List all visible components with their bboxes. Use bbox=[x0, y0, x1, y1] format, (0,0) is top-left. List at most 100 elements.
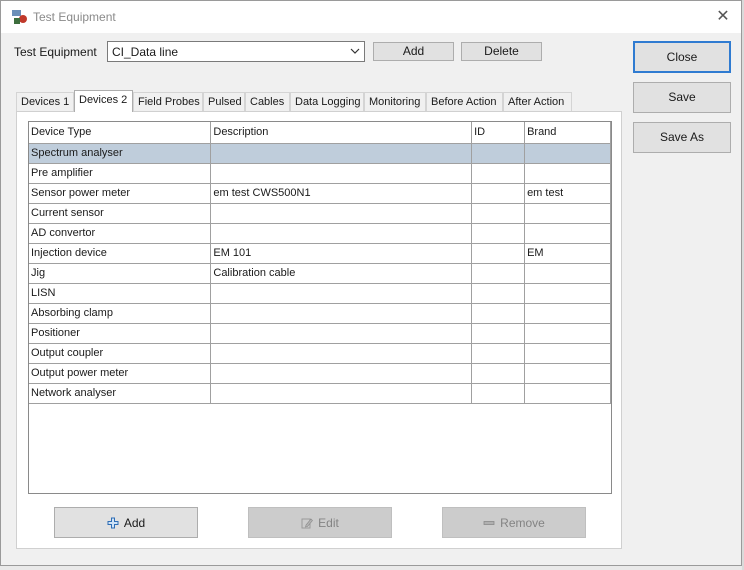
cell-device-type[interactable]: Output power meter bbox=[29, 363, 212, 384]
test-equipment-select-value: CI_Data line bbox=[112, 45, 179, 59]
tab-field-probes[interactable]: Field Probes bbox=[133, 92, 203, 111]
cell-brand[interactable] bbox=[524, 383, 611, 404]
cell-description[interactable] bbox=[210, 223, 473, 244]
save-as-button[interactable]: Save As bbox=[633, 122, 731, 153]
devices-2-panel: Device Type Description ID Brand Spectru… bbox=[16, 111, 622, 549]
cell-description[interactable] bbox=[210, 203, 473, 224]
header-description[interactable]: Description bbox=[210, 122, 473, 144]
cell-id[interactable] bbox=[471, 143, 526, 164]
devices-table: Device Type Description ID Brand Spectru… bbox=[29, 122, 611, 404]
cell-description[interactable] bbox=[210, 323, 473, 344]
plus-icon bbox=[107, 517, 119, 528]
cell-id[interactable] bbox=[471, 223, 526, 244]
edit-device-button[interactable]: Edit bbox=[248, 507, 392, 538]
cell-description[interactable] bbox=[210, 343, 473, 364]
cell-device-type[interactable]: AD convertor bbox=[29, 223, 212, 244]
table-row[interactable]: Output power meter bbox=[29, 363, 611, 384]
cell-description[interactable] bbox=[210, 303, 473, 324]
table-row[interactable]: Injection device EM 101 EM bbox=[29, 243, 611, 264]
table-row[interactable]: Positioner bbox=[29, 323, 611, 344]
header-id[interactable]: ID bbox=[471, 122, 526, 144]
cell-description[interactable]: em test CWS500N1 bbox=[210, 183, 473, 204]
cell-brand[interactable] bbox=[524, 223, 611, 244]
cell-description[interactable]: EM 101 bbox=[210, 243, 473, 264]
devices-grid[interactable]: Device Type Description ID Brand Spectru… bbox=[28, 121, 612, 494]
table-row[interactable]: Absorbing clamp bbox=[29, 303, 611, 324]
table-row[interactable]: Network analyser bbox=[29, 383, 611, 404]
cell-id[interactable] bbox=[471, 303, 526, 324]
add-device-label: Add bbox=[123, 515, 146, 530]
cell-id[interactable] bbox=[471, 343, 526, 364]
table-row[interactable]: Output coupler bbox=[29, 343, 611, 364]
cell-id[interactable] bbox=[471, 383, 526, 404]
tab-devices-1[interactable]: Devices 1 bbox=[16, 92, 74, 111]
header-row: Device Type Description ID Brand bbox=[29, 122, 611, 144]
cell-id[interactable] bbox=[471, 263, 526, 284]
cell-device-type[interactable]: Absorbing clamp bbox=[29, 303, 212, 324]
cell-brand[interactable]: EM bbox=[524, 243, 611, 264]
table-row[interactable]: AD convertor bbox=[29, 223, 611, 244]
tab-devices-2[interactable]: Devices 2 bbox=[74, 90, 133, 112]
header-device-type[interactable]: Device Type bbox=[29, 122, 212, 144]
edit-device-label: Edit bbox=[318, 515, 339, 530]
table-row[interactable]: LISN bbox=[29, 283, 611, 304]
cell-device-type[interactable]: Current sensor bbox=[29, 203, 212, 224]
test-equipment-select[interactable]: CI_Data line bbox=[107, 41, 365, 62]
app-icon bbox=[12, 10, 27, 24]
tab-pulsed[interactable]: Pulsed bbox=[203, 92, 245, 111]
cell-device-type[interactable]: Injection device bbox=[29, 243, 212, 264]
close-icon[interactable]: ✕ bbox=[713, 7, 733, 27]
cell-id[interactable] bbox=[471, 203, 526, 224]
cell-description[interactable]: Calibration cable bbox=[210, 263, 473, 284]
cell-device-type[interactable]: Sensor power meter bbox=[29, 183, 212, 204]
cell-brand[interactable] bbox=[524, 163, 611, 184]
table-row[interactable]: Spectrum analyser bbox=[29, 143, 611, 164]
cell-brand[interactable] bbox=[524, 263, 611, 284]
cell-brand[interactable] bbox=[524, 303, 611, 324]
table-row[interactable]: Jig Calibration cable bbox=[29, 263, 611, 284]
cell-id[interactable] bbox=[471, 283, 526, 304]
tab-cables[interactable]: Cables bbox=[245, 92, 290, 111]
cell-device-type[interactable]: Output coupler bbox=[29, 343, 212, 364]
cell-brand[interactable] bbox=[524, 143, 611, 164]
cell-id[interactable] bbox=[471, 323, 526, 344]
cell-brand[interactable] bbox=[524, 283, 611, 304]
cell-description[interactable] bbox=[210, 383, 473, 404]
table-row[interactable]: Pre amplifier bbox=[29, 163, 611, 184]
chevron-down-icon bbox=[350, 48, 360, 54]
cell-description[interactable] bbox=[210, 143, 473, 164]
cell-id[interactable] bbox=[471, 363, 526, 384]
cell-device-type[interactable]: Spectrum analyser bbox=[29, 143, 212, 164]
minus-icon bbox=[483, 520, 495, 525]
cell-brand[interactable] bbox=[524, 323, 611, 344]
cell-description[interactable] bbox=[210, 163, 473, 184]
close-button[interactable]: Close bbox=[633, 41, 731, 73]
save-button[interactable]: Save bbox=[633, 82, 731, 113]
add-equipment-button[interactable]: Add bbox=[373, 42, 454, 61]
cell-device-type[interactable]: Positioner bbox=[29, 323, 212, 344]
cell-brand[interactable] bbox=[524, 363, 611, 384]
title-bar: Test Equipment ✕ bbox=[1, 1, 741, 33]
table-row[interactable]: Current sensor bbox=[29, 203, 611, 224]
cell-device-type[interactable]: Pre amplifier bbox=[29, 163, 212, 184]
cell-brand[interactable]: em test bbox=[524, 183, 611, 204]
cell-description[interactable] bbox=[210, 363, 473, 384]
delete-equipment-button[interactable]: Delete bbox=[461, 42, 542, 61]
tab-data-logging[interactable]: Data Logging bbox=[290, 92, 364, 111]
cell-id[interactable] bbox=[471, 243, 526, 264]
tab-monitoring[interactable]: Monitoring bbox=[364, 92, 426, 111]
cell-brand[interactable] bbox=[524, 343, 611, 364]
cell-id[interactable] bbox=[471, 163, 526, 184]
table-row[interactable]: Sensor power meter em test CWS500N1 em t… bbox=[29, 183, 611, 204]
cell-device-type[interactable]: LISN bbox=[29, 283, 212, 304]
add-device-button[interactable]: Add bbox=[54, 507, 198, 538]
cell-description[interactable] bbox=[210, 283, 473, 304]
cell-device-type[interactable]: Jig bbox=[29, 263, 212, 284]
cell-brand[interactable] bbox=[524, 203, 611, 224]
remove-device-button[interactable]: Remove bbox=[442, 507, 586, 538]
tab-before-action[interactable]: Before Action bbox=[426, 92, 503, 111]
header-brand[interactable]: Brand bbox=[524, 122, 611, 144]
cell-id[interactable] bbox=[471, 183, 526, 204]
tab-after-action[interactable]: After Action bbox=[503, 92, 572, 111]
cell-device-type[interactable]: Network analyser bbox=[29, 383, 212, 404]
